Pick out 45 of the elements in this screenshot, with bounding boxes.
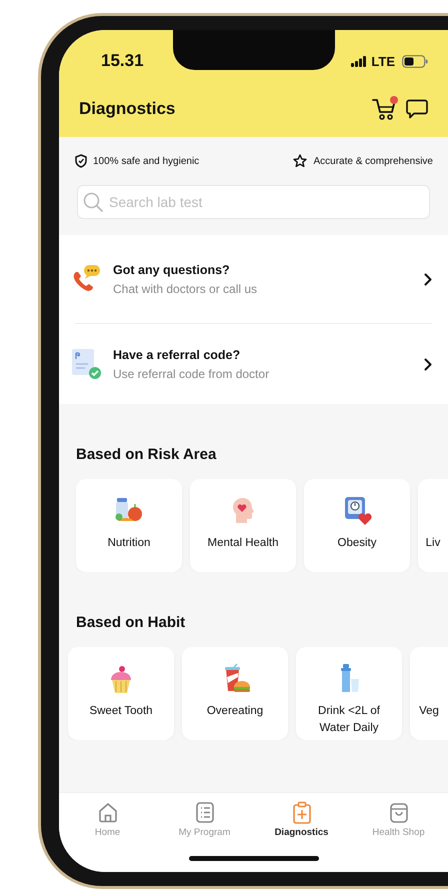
battery-icon: [402, 54, 428, 68]
card-label: Mental Health: [206, 536, 280, 551]
section-title: Based on Habit: [75, 614, 186, 631]
card-label: Veg: [418, 704, 440, 719]
category-card[interactable]: Liv: [418, 479, 448, 572]
category-card[interactable]: Obesity: [304, 479, 410, 572]
network-label: LTE: [371, 54, 395, 68]
badge-label: Accurate & comprehensive: [313, 156, 433, 166]
signal-icon: [351, 56, 368, 66]
nav-tab[interactable]: Diagnostics: [253, 801, 350, 838]
list-icon: [194, 801, 216, 824]
card-label: Nutrition: [106, 536, 152, 551]
chevron-right-icon: [424, 358, 432, 370]
section-title: Based on Risk Area: [75, 446, 218, 463]
help-title: Have a referral code?: [113, 348, 242, 362]
category-card[interactable]: Nutrition: [76, 479, 182, 572]
help-title: Got any questions?: [113, 262, 231, 276]
card-label: Drink <2L of Water Daily: [317, 704, 381, 736]
category-card[interactable]: Overeating: [182, 647, 288, 740]
star-icon: [293, 154, 308, 168]
search-icon: [83, 192, 103, 212]
card-label: Sweet Tooth: [88, 704, 154, 719]
category-card[interactable]: Mental Health: [190, 479, 296, 572]
card-label: Liv: [424, 536, 442, 551]
clipboard-plus-icon: [290, 801, 312, 824]
card-label: Obesity: [336, 536, 378, 551]
prescription-check-icon: [71, 348, 103, 380]
help-subtitle: Use referral code from doctor: [113, 366, 270, 380]
category-card[interactable]: Sweet Tooth: [68, 647, 174, 740]
status-time: 15.31: [101, 51, 144, 71]
cart-icon[interactable]: [372, 97, 398, 121]
category-card[interactable]: Drink <2L of Water Daily: [296, 647, 402, 740]
search-field[interactable]: Search lab test: [77, 185, 430, 219]
shopping-bag-icon: [388, 801, 410, 824]
home-icon: [96, 801, 118, 824]
help-subtitle: Chat with doctors or call us: [113, 282, 258, 296]
shield-icon: [75, 154, 87, 168]
chat-icon[interactable]: [406, 99, 428, 119]
page-title: Diagnostics: [79, 99, 176, 119]
category-card[interactable]: Veg: [410, 647, 448, 740]
card-label: Overeating: [206, 704, 264, 719]
help-item[interactable]: Got any questions? Chat with doctors or call us: [71, 235, 432, 323]
chevron-right-icon: [424, 272, 432, 286]
badge-label: 100% safe and hygienic: [93, 156, 200, 166]
help-item[interactable]: Have a referral code? Use referral code from doctor: [71, 324, 432, 404]
